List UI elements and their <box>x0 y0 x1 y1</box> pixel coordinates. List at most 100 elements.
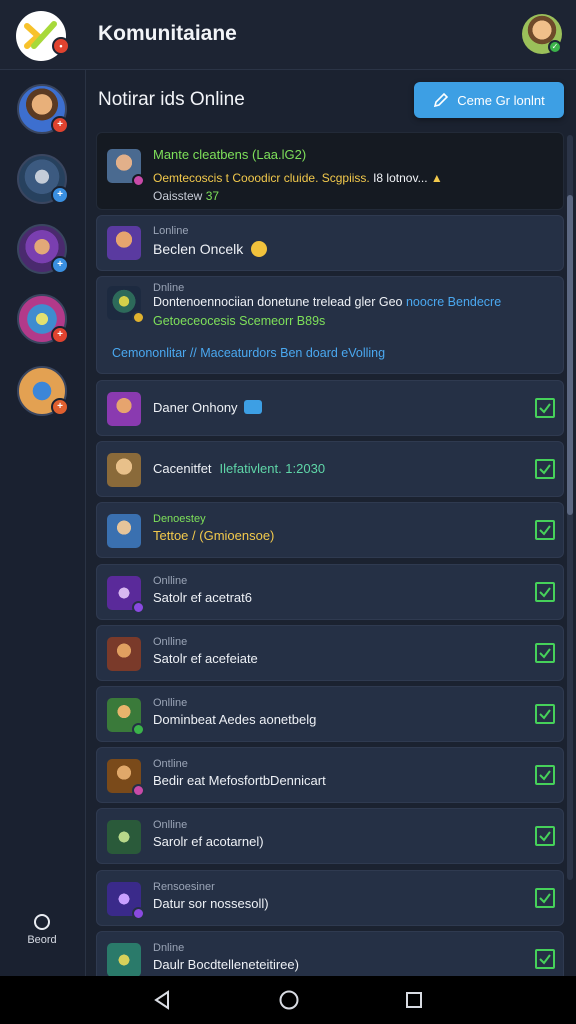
list-item[interactable]: Cacenitfet Ilefativlent. 1:2030 <box>96 441 564 498</box>
community-link[interactable]: Cemononlitar // Maceaturdors Ben doard e… <box>112 346 385 360</box>
thumbnail <box>107 942 141 976</box>
item-name-text: Satolr ef acetrat6 <box>153 589 252 605</box>
thumbnail <box>107 759 145 798</box>
thumb-badge <box>132 906 145 920</box>
item-line-1-accent: noocre Bendecre <box>405 295 502 309</box>
checkbox-icon[interactable] <box>535 948 555 969</box>
notification-badge: + <box>51 398 69 416</box>
sidebar-item-server-1[interactable]: + <box>17 84 69 134</box>
item-name-text: Tettoe / (Gmioensoe) <box>153 528 275 544</box>
checkbox-icon[interactable] <box>535 642 555 663</box>
notification-badge: + <box>51 116 69 134</box>
item-name-text: Daulr Bocdtelleneteitiree) <box>153 956 299 972</box>
scrollbar-thumb[interactable] <box>567 195 573 515</box>
create-button-label: Ceme Gr lonlnt <box>457 92 545 108</box>
thumbnail <box>107 636 141 671</box>
thumb-badge <box>132 174 145 187</box>
thumbnail <box>107 881 145 920</box>
sidebar-item-server-3[interactable]: + <box>17 224 69 274</box>
thumbnail <box>107 286 145 324</box>
status-text: Onlline <box>153 635 188 648</box>
thumbs-up-icon: ▲ <box>430 171 443 185</box>
list-item[interactable]: Ontline Bedir eat MefosfortbDennicart <box>96 747 564 804</box>
system-nav-bar <box>0 976 576 1024</box>
checkbox-icon[interactable] <box>535 581 555 602</box>
thumbnail <box>107 820 141 855</box>
list-item[interactable]: Onlline Sarolr ef acotarnel) <box>96 808 564 865</box>
user-avatar[interactable]: ✓ <box>522 14 562 54</box>
featured-line-2-accent: 37 <box>205 189 220 203</box>
checkbox-icon[interactable] <box>535 826 555 847</box>
status-text: Rensoesiner <box>153 880 215 893</box>
list-item[interactable]: Dnline Dontenoennociian donetune trelead… <box>96 276 564 374</box>
item-line-1-text: Dontenoennociian donetune trelead gler G… <box>153 295 406 309</box>
thumbnail <box>107 226 141 260</box>
status-text: Lonline <box>153 225 189 237</box>
featured-line-2: Oaisstew 37 <box>153 189 219 203</box>
thumbnail <box>107 392 141 426</box>
online-badge: ✓ <box>548 40 562 54</box>
thumbnail <box>107 453 141 488</box>
list-item[interactable]: Daner Onhony <box>96 380 564 436</box>
thumbnail <box>107 514 141 549</box>
checkbox-icon[interactable] <box>535 520 555 541</box>
list-item[interactable]: Lonline Beclen Oncelk <box>96 215 564 271</box>
checkbox-icon[interactable] <box>535 765 555 786</box>
thumbnail <box>107 575 145 614</box>
featured-line-1-accent: I8 lotnov... <box>373 171 428 185</box>
verified-icon <box>243 400 262 414</box>
item-name-text: Bedir eat MefosfortbDennicart <box>153 773 326 789</box>
item-name-text: Dominbeat Aedes aonetbelg <box>153 712 317 727</box>
record-button[interactable]: Beord <box>14 910 70 954</box>
scrollbar[interactable] <box>567 135 573 880</box>
item-name: Beclen Oncelk <box>153 241 268 257</box>
list-item[interactable]: Onlline Satolr ef acetrat6 <box>96 563 564 620</box>
status-text: Dnline <box>153 282 185 294</box>
item-name-text: Satolr ef acefeiate <box>153 650 258 666</box>
sidebar-item-server-4[interactable]: + <box>17 294 69 344</box>
checkbox-icon[interactable] <box>535 704 555 724</box>
list-item-featured[interactable]: Mante cleatbens (Laa.lG2) Oemtecoscis t … <box>96 132 564 210</box>
thumb-badge <box>132 784 145 798</box>
sidebar-item-server-2[interactable]: + <box>17 154 69 204</box>
status-text: Ontline <box>153 758 188 771</box>
app-logo[interactable]: • <box>16 11 70 61</box>
list-item[interactable]: Dnline Daulr Bocdtelleneteitiree) <box>96 930 564 976</box>
status-text: Onlline <box>153 697 188 709</box>
page-title: Notirar ids Online <box>98 89 245 110</box>
notification-badge: + <box>51 326 69 344</box>
item-name: Tettoe / (Gmioensoe) <box>153 528 274 543</box>
create-button[interactable]: Ceme Gr lonlnt <box>414 82 564 118</box>
item-name: Cacenitfet Ilefativlent. 1:2030 <box>153 461 325 476</box>
logo-badge: • <box>52 37 70 55</box>
sidebar-item-server-5[interactable]: + <box>17 366 69 416</box>
item-name-text: Daner Onhony <box>153 400 238 415</box>
list-item[interactable]: Onlline Satolr ef acefeiate <box>96 624 564 681</box>
notification-list: Mante cleatbens (Laa.lG2) Oemtecoscis t … <box>96 132 564 976</box>
top-bar: • Komunitaiane ✓ <box>0 0 576 70</box>
list-item[interactable]: Rensoesiner Datur sor nossesoll) <box>96 869 564 926</box>
notification-badge: + <box>51 256 69 274</box>
status-text: Onlline <box>153 819 188 832</box>
list-item[interactable]: Onlline Dominbeat Aedes aonetbelg <box>96 686 564 742</box>
thumb-badge <box>132 311 145 324</box>
record-label: Beord <box>27 934 57 946</box>
recents-square-icon[interactable] <box>405 991 423 1009</box>
item-line-1: Dontenoennociian donetune trelead gler G… <box>153 295 501 309</box>
item-name-text: Datur sor nossesoll) <box>153 895 269 911</box>
featured-title: Mante cleatbens (Laa.lG2) <box>153 147 307 162</box>
checkbox-icon[interactable] <box>535 887 555 908</box>
checkbox-icon[interactable] <box>535 459 555 480</box>
item-name: Satolr ef acefeiate <box>153 651 258 666</box>
item-extra: Ilefativlent. 1:2030 <box>219 461 326 477</box>
thumb-badge <box>132 723 145 736</box>
back-triangle-icon[interactable] <box>153 990 173 1010</box>
checkbox-icon[interactable] <box>535 398 555 418</box>
item-name-text: Cacenitfet <box>153 461 212 477</box>
featured-line-2-text: Oaisstew <box>153 189 203 203</box>
record-icon <box>34 914 50 930</box>
home-circle-icon[interactable] <box>278 989 300 1011</box>
list-item[interactable]: Denoestey Tettoe / (Gmioensoe) <box>96 502 564 559</box>
sidebar: + + + + + Beord <box>0 70 86 976</box>
thumbnail <box>107 698 145 736</box>
